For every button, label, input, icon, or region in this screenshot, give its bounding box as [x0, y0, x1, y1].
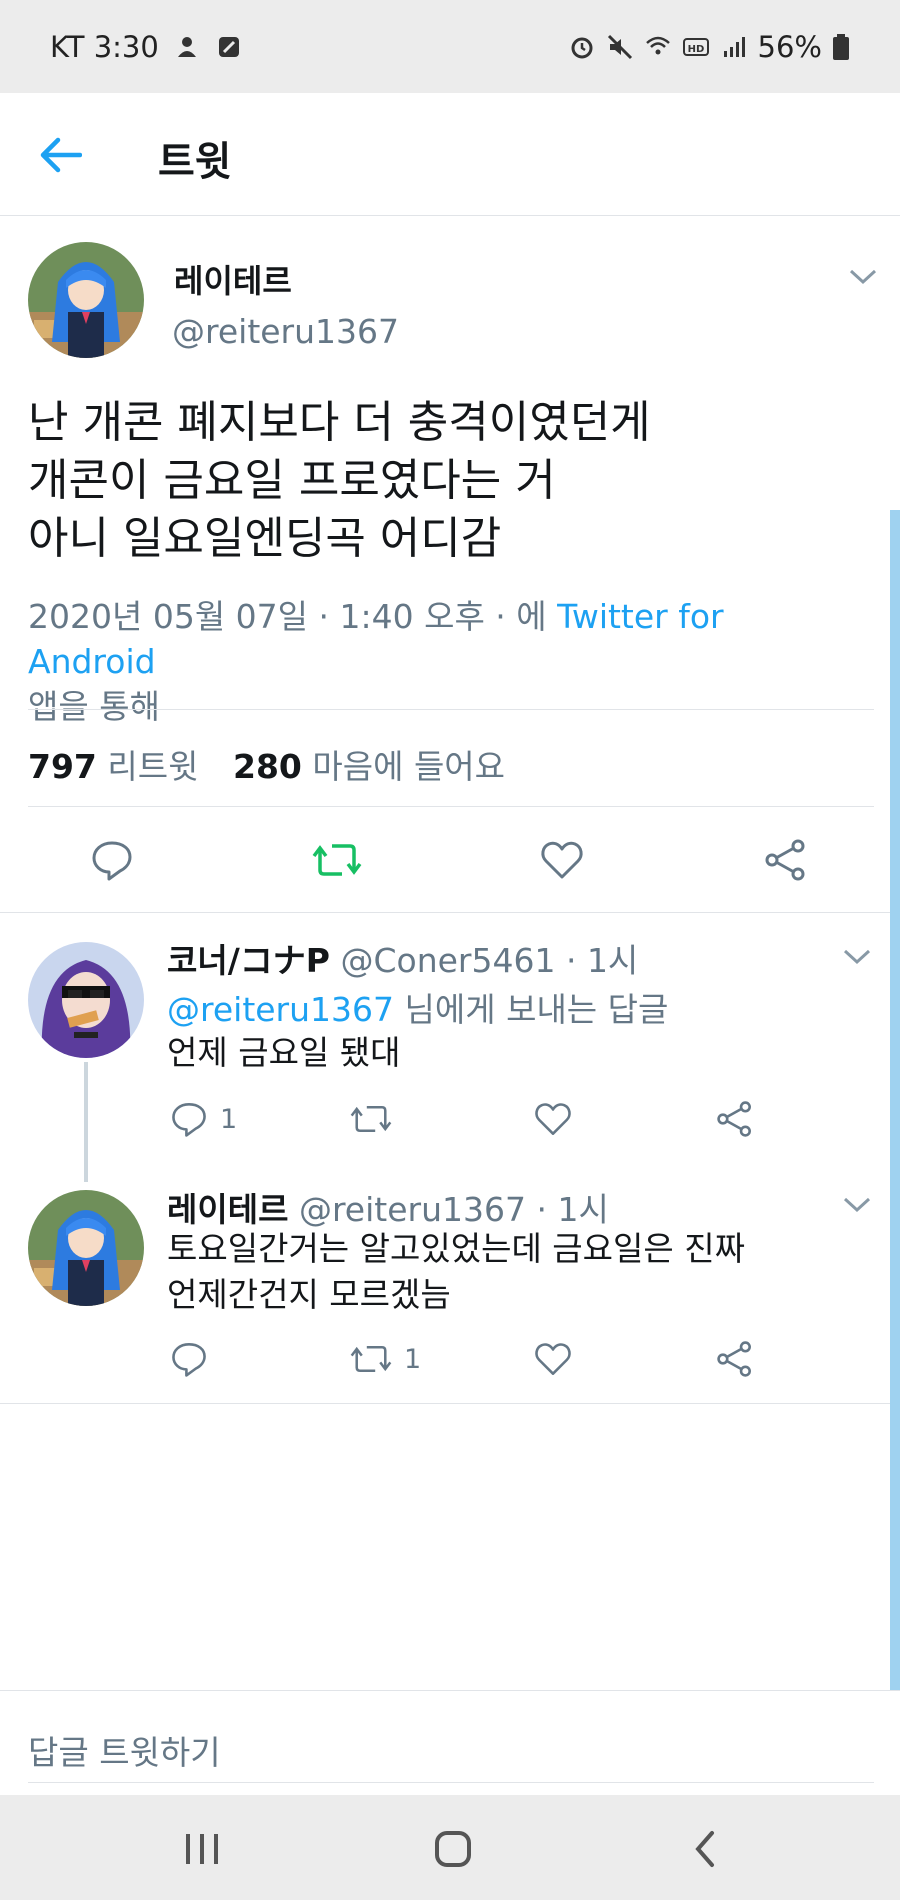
- author-avatar[interactable]: [28, 242, 144, 358]
- divider: [0, 1690, 900, 1691]
- reply-header: 코너/コナP @Coner5461 · 1시: [167, 934, 638, 982]
- reply-button[interactable]: [170, 1340, 220, 1378]
- alarm-icon: [571, 37, 593, 58]
- retweet-button[interactable]: [312, 838, 362, 882]
- divider: [28, 709, 874, 710]
- reply-avatar[interactable]: [28, 1190, 144, 1306]
- wifi-icon: [645, 36, 670, 54]
- chevron-down-icon[interactable]: [842, 948, 872, 966]
- like-button[interactable]: [534, 1100, 572, 1138]
- share-nodes-icon: [765, 839, 805, 881]
- comment-bubble-icon: [172, 1343, 206, 1377]
- reply-handle-time[interactable]: @reiteru1367 · 1시: [299, 1190, 609, 1229]
- notification-app-icon: [177, 36, 196, 57]
- retweet-count: 1: [404, 1343, 422, 1375]
- signal-icon: [723, 36, 745, 57]
- scroll-indicator[interactable]: [890, 510, 900, 1690]
- tweet-text-line: 아니 일요일엔딩곡 어디감: [28, 513, 502, 564]
- page-title: 트윗: [158, 139, 232, 185]
- chevron-down-icon[interactable]: [848, 268, 878, 286]
- divider: [0, 1403, 900, 1404]
- mute-icon: [607, 34, 632, 59]
- share-nodes-icon: [717, 1341, 751, 1377]
- chevron-down-icon[interactable]: [842, 1196, 872, 1214]
- arrow-left-icon[interactable]: [38, 135, 82, 175]
- svg-text:HD: HD: [687, 44, 704, 55]
- tweet-source-suffix: 앱을 통해: [28, 687, 160, 726]
- share-button[interactable]: [716, 1340, 754, 1378]
- reply-text-line: 토요일간거는 알고있었는데 금요일은 진짜: [167, 1229, 745, 1268]
- hd-icon: HD: [682, 37, 709, 56]
- tweet-timestamp: 2020년 05월 07일 · 1:40 오후 · 에: [28, 597, 558, 636]
- divider: [28, 1782, 874, 1783]
- share-nodes-icon: [717, 1101, 751, 1137]
- system-nav-bar: [0, 1795, 900, 1900]
- retweet-icon: [312, 844, 362, 876]
- tweet-text-line: 난 개콘 폐지보다 더 충격이였던게: [28, 397, 651, 448]
- thread-connector: [84, 1062, 88, 1182]
- comment-bubble-icon: [172, 1103, 206, 1137]
- reply-compose-input[interactable]: 답글 트윗하기: [28, 1726, 221, 1774]
- reply-avatar[interactable]: [28, 942, 144, 1058]
- reply-text-line: 언제간건지 모르겠늠: [167, 1275, 451, 1314]
- like-button[interactable]: [534, 1340, 572, 1378]
- share-button[interactable]: [716, 1100, 754, 1138]
- reply-header: 레이테르 @reiteru1367 · 1시: [167, 1183, 609, 1231]
- heart-outline-icon: [535, 1343, 571, 1375]
- reply-to-suffix: 님에게 보내는 답글: [394, 990, 669, 1029]
- back-nav-icon[interactable]: [690, 1829, 720, 1869]
- retweet-count[interactable]: 797: [28, 747, 97, 786]
- heart-outline-icon: [535, 1103, 571, 1135]
- reply-author-name[interactable]: 레이테르: [167, 1190, 288, 1229]
- comment-bubble-icon: [92, 841, 132, 881]
- divider: [0, 912, 900, 913]
- retweet-button[interactable]: [350, 1100, 404, 1138]
- reply-text: 언제 금요일 됐대: [167, 1030, 401, 1076]
- like-count[interactable]: 280: [233, 747, 302, 786]
- reply-button[interactable]: [90, 838, 134, 882]
- recent-apps-icon[interactable]: [182, 1831, 222, 1867]
- heart-outline-icon: [541, 841, 583, 879]
- reply-to-mention[interactable]: @reiteru1367: [167, 990, 394, 1029]
- status-bar: KT 3:30 HD 56%: [0, 0, 900, 93]
- divider: [28, 806, 874, 807]
- like-count-label[interactable]: 마음에 들어요: [312, 747, 505, 786]
- reply-author-name[interactable]: 코너/コナP: [167, 941, 330, 980]
- avatar-image: [28, 242, 144, 358]
- header-bar: 트윗: [0, 93, 900, 216]
- retweet-icon: [350, 1105, 392, 1133]
- avatar-image: [28, 1190, 144, 1306]
- author-handle[interactable]: @reiteru1367: [172, 312, 399, 351]
- reply-text: 토요일간거는 알고있었는데 금요일은 진짜 언제간건지 모르겠늠: [167, 1226, 745, 1318]
- battery-icon: [833, 33, 849, 60]
- share-button[interactable]: [764, 838, 808, 882]
- retweet-button[interactable]: 1: [350, 1340, 421, 1378]
- retweet-count-label[interactable]: 리트윗: [107, 747, 198, 786]
- avatar-image: [28, 942, 144, 1058]
- home-icon[interactable]: [433, 1829, 473, 1869]
- tweet-text: 난 개콘 폐지보다 더 충격이였던게 개콘이 금요일 프로였다는 거 아니 일요…: [28, 394, 651, 568]
- reply-handle-time[interactable]: @Coner5461 · 1시: [340, 941, 638, 980]
- retweet-icon: [350, 1345, 392, 1373]
- reply-button[interactable]: 1: [170, 1100, 237, 1138]
- tweet-text-line: 개콘이 금요일 프로였다는 거: [28, 455, 556, 506]
- battery-percent: 56%: [757, 29, 822, 64]
- like-button[interactable]: [540, 838, 584, 882]
- reply-count: 1: [220, 1103, 238, 1135]
- notification-app-icon-2: [218, 36, 239, 57]
- tweet-stats: 797 리트윗 280 마음에 들어요: [28, 740, 505, 788]
- reply-text-line: 언제 금요일 됐대: [167, 1033, 401, 1072]
- carrier-time: KT 3:30: [50, 29, 159, 64]
- reply-to-line: @reiteru1367 님에게 보내는 답글: [167, 983, 668, 1031]
- author-name[interactable]: 레이테르: [174, 256, 292, 302]
